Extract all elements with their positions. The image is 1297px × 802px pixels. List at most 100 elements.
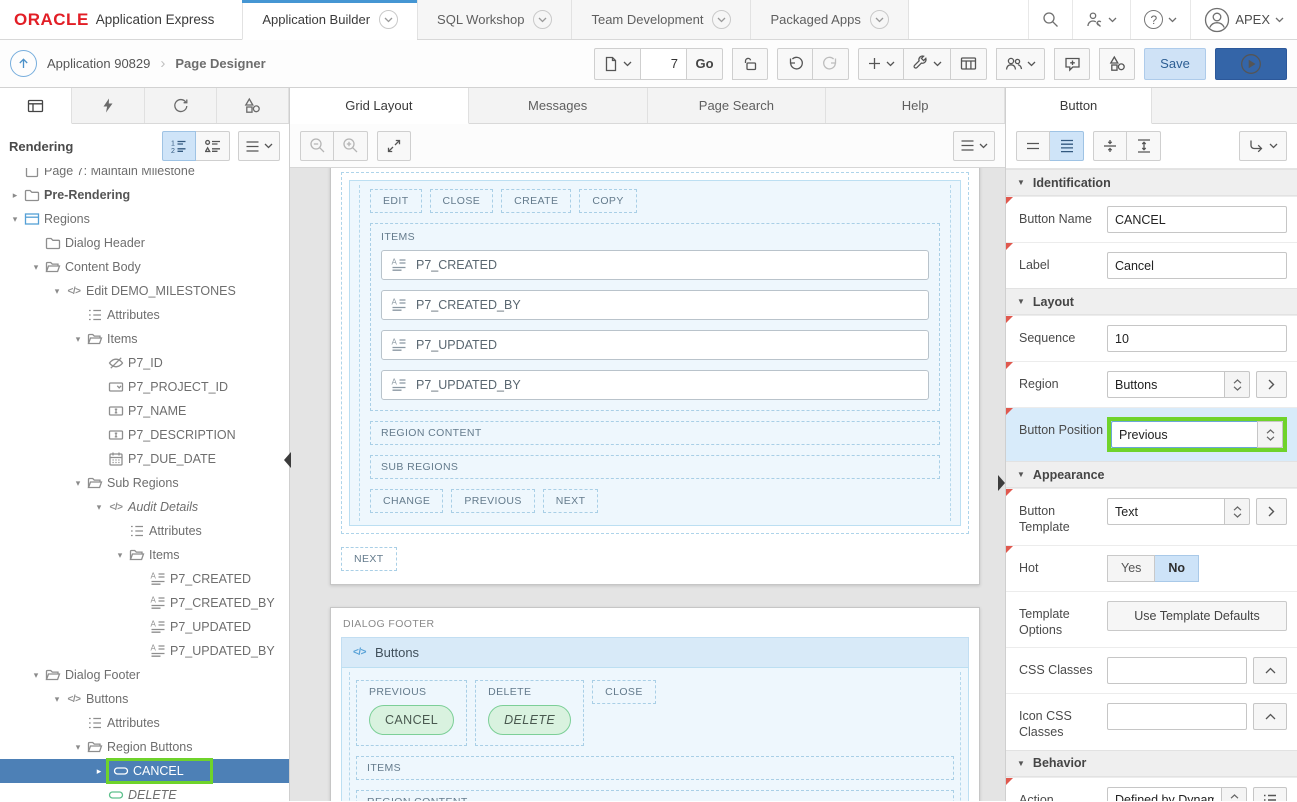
sequence-input[interactable] (1107, 325, 1287, 352)
go-to-detail-button[interactable] (1256, 371, 1287, 398)
button-name-input[interactable] (1107, 206, 1287, 233)
tree-item-region-buttons[interactable]: ▾Region Buttons (0, 735, 289, 759)
list-values-button[interactable] (1253, 787, 1287, 802)
collapse-groups-button[interactable] (1093, 131, 1127, 161)
grid-slot-edit[interactable]: EDIT (370, 189, 422, 213)
save-button[interactable]: Save (1144, 48, 1206, 80)
left-splitter-collapse-icon[interactable] (284, 452, 291, 468)
left-tab-shared-components-shapes[interactable] (217, 88, 289, 123)
page-number-field[interactable]: 7 (641, 48, 687, 80)
expand-editor-button[interactable] (1253, 703, 1287, 730)
buttons-region-header[interactable]: </> Buttons (341, 637, 969, 667)
tree-item-dialog-footer[interactable]: ▾Dialog Footer (0, 663, 289, 687)
chevron-down-icon[interactable] (870, 10, 889, 29)
tree-item-content-body[interactable]: ▾Content Body (0, 255, 289, 279)
button-template-input[interactable] (1107, 498, 1224, 525)
toggle-option-no[interactable]: No (1155, 555, 1199, 582)
tree-item-p7-created-by[interactable]: AP7_CREATED_BY (0, 591, 289, 615)
tree-item-sub-regions[interactable]: ▾Sub Regions (0, 471, 289, 495)
tree-item-dialog-header[interactable]: Dialog Header (0, 231, 289, 255)
sub-regions-slot[interactable]: SUB REGIONS (370, 455, 940, 479)
region-input[interactable] (1107, 371, 1224, 398)
tree-expander-open[interactable]: ▾ (29, 262, 43, 273)
zoom-in-icon[interactable] (334, 131, 368, 161)
tree-item-cancel[interactable]: ▸CANCEL (0, 759, 289, 783)
tree-expander-closed[interactable]: ▸ (92, 766, 106, 777)
left-tab-rendering-layout[interactable] (0, 88, 72, 124)
tree-item-items[interactable]: ▾Items (0, 327, 289, 351)
run-button[interactable] (1215, 48, 1287, 80)
action-input[interactable] (1107, 787, 1221, 802)
collapse-all-button[interactable] (1016, 131, 1050, 161)
chevron-down-icon[interactable] (533, 10, 552, 29)
tree-item-p7-created[interactable]: AP7_CREATED (0, 567, 289, 591)
expand-editor-button[interactable] (1253, 657, 1287, 684)
center-tab-grid-layout[interactable]: Grid Layout (290, 88, 469, 124)
tree-item-p7-description[interactable]: P7_DESCRIPTION (0, 423, 289, 447)
shapes-button[interactable] (1099, 48, 1135, 80)
grid-slot-next[interactable]: NEXT (341, 547, 397, 571)
region-content-slot[interactable]: REGION CONTENT (356, 790, 954, 801)
section-header-identification[interactable]: ▼Identification (1006, 169, 1297, 196)
button-position-input[interactable] (1111, 421, 1257, 448)
user-menu[interactable]: APEX (1190, 0, 1297, 39)
zoom-out-icon[interactable] (300, 131, 334, 161)
tree-expander-open[interactable]: ▾ (50, 694, 64, 705)
tree-expander-closed[interactable]: ▸ (8, 190, 22, 201)
tree-item-attributes[interactable]: Attributes (0, 519, 289, 543)
toggle-option-yes[interactable]: Yes (1107, 555, 1155, 582)
items-slot[interactable]: ITEMS (356, 756, 954, 780)
section-header-behavior[interactable]: ▼Behavior (1006, 750, 1297, 777)
breadcrumb-application[interactable]: Application 90829 (47, 56, 150, 71)
utility-admin[interactable] (1072, 0, 1130, 39)
spinner-icon[interactable] (1224, 498, 1250, 525)
grid-slot-change[interactable]: CHANGE (370, 489, 443, 513)
tree-item-audit-details[interactable]: ▾</>Audit Details (0, 495, 289, 519)
display-menu-button[interactable] (953, 131, 995, 161)
tree-expander-open[interactable]: ▾ (29, 670, 43, 681)
tree-item-regions[interactable]: ▾Regions (0, 207, 289, 231)
tree-expander-open[interactable]: ▾ (8, 214, 22, 225)
canvas-button-cancel[interactable]: CANCEL (369, 705, 454, 735)
up-arrow-circle-icon[interactable] (10, 50, 37, 77)
expand-all-button[interactable] (1050, 131, 1084, 161)
go-to-detail-button[interactable] (1256, 498, 1287, 525)
grid-item-p7-created-by[interactable]: AP7_CREATED_BY (381, 290, 929, 320)
spinner-icon[interactable] (1221, 787, 1247, 802)
right-splitter-collapse-icon[interactable] (998, 475, 1005, 491)
grid-item-p7-updated-by[interactable]: AP7_UPDATED_BY (381, 370, 929, 400)
tree-expander-open[interactable]: ▾ (92, 502, 106, 513)
left-tab-processing-refresh[interactable] (145, 88, 217, 123)
team-button[interactable] (996, 48, 1045, 80)
numeric-order-icon[interactable]: 12 (162, 131, 196, 161)
grid-slot-previous[interactable]: PREVIOUS (451, 489, 534, 513)
tree-item-attributes[interactable]: Attributes (0, 303, 289, 327)
grid-slot-copy[interactable]: COPY (579, 189, 636, 213)
tree-item-p7-project-id[interactable]: P7_PROJECT_ID (0, 375, 289, 399)
grid-slot-next[interactable]: NEXT (543, 489, 599, 513)
css-classes-input[interactable] (1107, 657, 1247, 684)
page-selector-button[interactable] (594, 48, 641, 80)
spinner-icon[interactable] (1224, 371, 1250, 398)
grid-slot-create[interactable]: CREATE (501, 189, 571, 213)
left-tab-dynamic-actions-bolt[interactable] (72, 88, 144, 123)
goto-group-button[interactable] (1239, 131, 1287, 161)
tree-item-items[interactable]: ▾Items (0, 543, 289, 567)
display-menu-button[interactable] (238, 131, 280, 161)
tree-expander-open[interactable]: ▾ (71, 478, 85, 489)
grid-slot-delete[interactable]: DELETEDELETE (475, 680, 584, 746)
type-order-icon[interactable] (196, 131, 230, 161)
center-tab-page-search[interactable]: Page Search (648, 88, 827, 123)
tree-item-p7-due-date[interactable]: P7_DUE_DATE (0, 447, 289, 471)
tree-item-edit-demo-milestones[interactable]: ▾</>Edit DEMO_MILESTONES (0, 279, 289, 303)
chevron-down-icon[interactable] (712, 10, 731, 29)
undo-button[interactable] (777, 48, 813, 80)
utility-help[interactable]: ? (1130, 0, 1190, 39)
center-tab-help[interactable]: Help (826, 88, 1005, 123)
use-template-defaults-button[interactable]: Use Template Defaults (1107, 601, 1287, 631)
expand-groups-button[interactable] (1127, 131, 1161, 161)
center-tab-messages[interactable]: Messages (469, 88, 648, 123)
tree-expander-open[interactable]: ▾ (71, 334, 85, 345)
nav-tab-application-builder[interactable]: Application Builder (242, 0, 417, 40)
tree-expander-open[interactable]: ▾ (113, 550, 127, 561)
